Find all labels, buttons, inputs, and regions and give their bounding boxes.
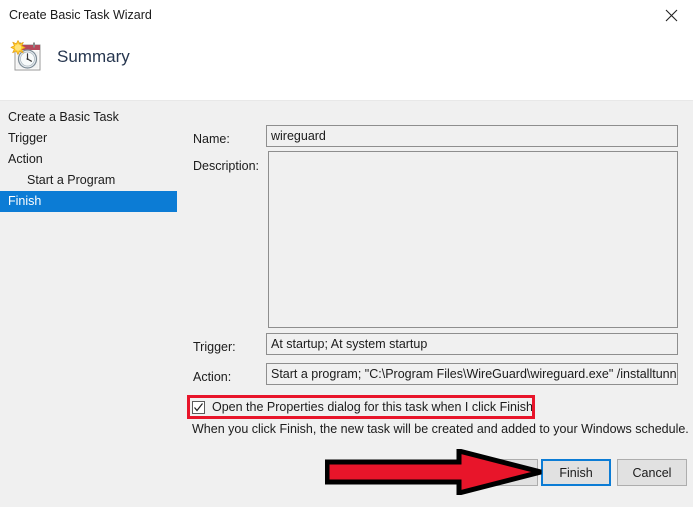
- open-properties-checkbox[interactable]: [192, 401, 205, 414]
- summary-pane: Name: wireguard Description: Trigger: At…: [185, 101, 693, 444]
- summary-note: When you click Finish, the new task will…: [192, 421, 689, 437]
- name-label: Name:: [193, 131, 230, 147]
- task-scheduler-calendar-clock-icon: [8, 38, 46, 76]
- page-title: Summary: [57, 44, 130, 70]
- wizard-body: Create a Basic Task Trigger Action Start…: [0, 101, 693, 444]
- sidebar-item-action[interactable]: Action: [0, 149, 185, 170]
- footer-button-bar: < Back Finish Cancel: [0, 444, 693, 507]
- finish-button[interactable]: Finish: [541, 459, 611, 486]
- sidebar-item-trigger[interactable]: Trigger: [0, 128, 185, 149]
- description-input[interactable]: [268, 151, 678, 328]
- wizard-step-list: Create a Basic Task Trigger Action Start…: [0, 107, 185, 212]
- window-title: Create Basic Task Wizard: [9, 7, 152, 23]
- action-label: Action:: [193, 369, 231, 385]
- trigger-label: Trigger:: [193, 339, 236, 355]
- banner: Summary: [0, 30, 693, 101]
- open-properties-checkbox-row[interactable]: Open the Properties dialog for this task…: [192, 398, 533, 416]
- sidebar-item-start-a-program[interactable]: Start a Program: [0, 170, 185, 191]
- description-label: Description:: [193, 158, 259, 174]
- close-button[interactable]: [649, 0, 693, 30]
- back-button[interactable]: < Back: [460, 459, 538, 486]
- name-input[interactable]: wireguard: [266, 125, 678, 147]
- sidebar-item-finish[interactable]: Finish: [0, 191, 177, 212]
- cancel-button[interactable]: Cancel: [617, 459, 687, 486]
- action-input[interactable]: Start a program; "C:\Program Files\WireG…: [266, 363, 678, 385]
- open-properties-checkbox-label: Open the Properties dialog for this task…: [212, 399, 533, 415]
- sidebar-item-create-a-basic-task[interactable]: Create a Basic Task: [0, 107, 185, 128]
- title-bar: Create Basic Task Wizard: [0, 0, 693, 30]
- trigger-input[interactable]: At startup; At system startup: [266, 333, 678, 355]
- wizard-window: Create Basic Task Wizard: [0, 0, 693, 507]
- close-icon: [665, 9, 678, 22]
